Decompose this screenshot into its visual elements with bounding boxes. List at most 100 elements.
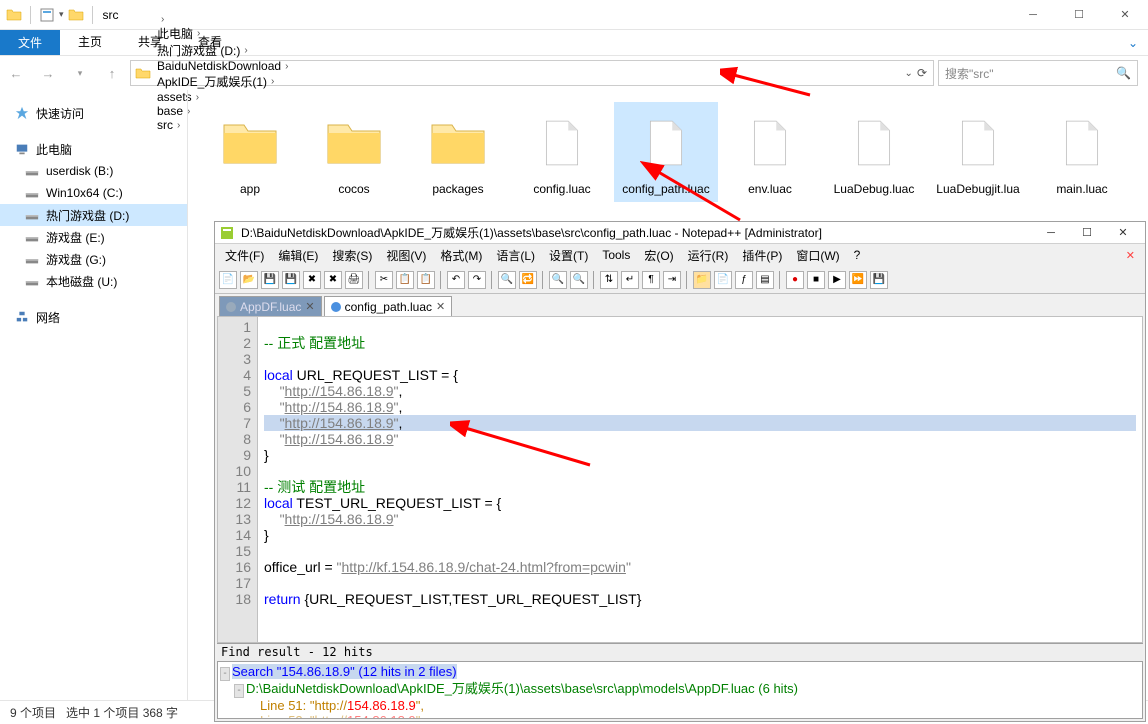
tool-closeall-icon[interactable]: ✖	[324, 271, 342, 289]
tool-play-icon[interactable]: ▶	[828, 271, 846, 289]
npp-menu-item[interactable]: 窗口(W)	[790, 247, 845, 264]
nav-up-button[interactable]: ↑	[98, 59, 126, 87]
find-result-title[interactable]: Find result - 12 hits	[217, 643, 1143, 661]
breadcrumb-item[interactable]: 此电脑›	[155, 25, 294, 42]
tool-print-icon[interactable]: 🖨	[345, 271, 363, 289]
tool-rec-icon[interactable]: ●	[786, 271, 804, 289]
npp-menu-item[interactable]: 视图(V)	[380, 247, 432, 264]
tool-close-icon[interactable]: ✖	[303, 271, 321, 289]
tool-save-icon[interactable]: 💾	[261, 271, 279, 289]
tool-doc-icon[interactable]: 📄	[714, 271, 732, 289]
file-item-config.luac[interactable]: config.luac	[510, 102, 614, 202]
npp-menu-item[interactable]: ?	[848, 248, 867, 262]
file-item-packages[interactable]: packages	[406, 102, 510, 202]
code-area[interactable]: -- 正式 配置地址 local URL_REQUEST_LIST = { "h…	[258, 317, 1142, 642]
file-item-app[interactable]: app	[198, 102, 302, 202]
tab-close-icon[interactable]: ✕	[436, 300, 445, 313]
file-item-config_path.luac[interactable]: config_path.luac	[614, 102, 718, 202]
nav-drive-item[interactable]: userdisk (B:)	[0, 160, 187, 182]
address-row: ← → ▾ ↑ ›此电脑›热门游戏盘 (D:)›BaiduNetdiskDown…	[0, 56, 1148, 90]
nav-recent-button[interactable]: ▾	[66, 59, 94, 87]
tool-zoomout-icon[interactable]: 🔍	[570, 271, 588, 289]
tool-replace-icon[interactable]: 🔁	[519, 271, 537, 289]
tool-cut-icon[interactable]: ✂	[375, 271, 393, 289]
tab-close-icon[interactable]: ✕	[305, 300, 314, 313]
npp-menu-item[interactable]: 语言(L)	[490, 247, 541, 264]
npp-minimize-button[interactable]: ─	[1033, 222, 1069, 244]
properties-icon[interactable]	[37, 5, 57, 25]
breadcrumb-item[interactable]: BaiduNetdiskDownload›	[155, 59, 294, 73]
find-hit-1[interactable]: Line 51: "http://154.86.18.9",	[220, 698, 1140, 713]
tab-status-icon	[331, 302, 341, 312]
tool-playrepeat-icon[interactable]: ⏩	[849, 271, 867, 289]
nav-drive-item[interactable]: 热门游戏盘 (D:)	[0, 204, 187, 226]
tool-wrap-icon[interactable]: ↵	[621, 271, 639, 289]
npp-tab[interactable]: config_path.luac✕	[324, 296, 453, 316]
minimize-button[interactable]: ─	[1010, 0, 1056, 30]
tool-saveall-icon[interactable]: 💾	[282, 271, 300, 289]
find-hit-2[interactable]: Line 52: "http://154.86.18.9",	[220, 713, 1140, 719]
nav-drive-item[interactable]: 游戏盘 (E:)	[0, 226, 187, 248]
address-bar[interactable]: ›此电脑›热门游戏盘 (D:)›BaiduNetdiskDownload›Apk…	[130, 60, 934, 86]
nav-drive-item[interactable]: Win10x64 (C:)	[0, 182, 187, 204]
npp-menu-item[interactable]: 设置(T)	[543, 247, 594, 264]
tool-savemacro-icon[interactable]: 💾	[870, 271, 888, 289]
tool-paste-icon[interactable]: 📋	[417, 271, 435, 289]
refresh-icon[interactable]: ⟳	[917, 66, 927, 80]
search-input[interactable]: 搜索"src" 🔍	[938, 60, 1138, 86]
npp-menu-item[interactable]: Tools	[596, 248, 636, 262]
tool-undo-icon[interactable]: ↶	[447, 271, 465, 289]
nav-drive-item[interactable]: 游戏盘 (G:)	[0, 248, 187, 270]
drive-icon	[24, 163, 40, 179]
find-result-panel[interactable]: -Search "154.86.18.9" (12 hits in 2 file…	[217, 661, 1143, 719]
ribbon-home[interactable]: 主页	[60, 30, 120, 55]
search-icon[interactable]: 🔍	[1116, 66, 1131, 80]
nav-drive-item[interactable]: 本地磁盘 (U:)	[0, 270, 187, 292]
tool-find-icon[interactable]: 🔍	[498, 271, 516, 289]
open-folder-icon[interactable]	[66, 5, 86, 25]
tool-stop-icon[interactable]: ■	[807, 271, 825, 289]
npp-menu-item[interactable]: 搜索(S)	[326, 247, 378, 264]
nav-this-pc[interactable]: 此电脑	[0, 138, 187, 160]
tool-copy-icon[interactable]: 📋	[396, 271, 414, 289]
tool-map-icon[interactable]: ▤	[756, 271, 774, 289]
npp-maximize-button[interactable]: ☐	[1069, 222, 1105, 244]
tab-status-icon	[226, 302, 236, 312]
npp-close-x-icon[interactable]: ✕	[1120, 249, 1141, 262]
npp-menu-item[interactable]: 插件(P)	[736, 247, 788, 264]
tool-redo-icon[interactable]: ↷	[468, 271, 486, 289]
code-editor[interactable]: 123456789101112131415161718 -- 正式 配置地址 l…	[217, 316, 1143, 643]
npp-tab[interactable]: AppDF.luac✕	[219, 296, 322, 316]
file-item-LuaDebug.luac[interactable]: LuaDebug.luac	[822, 102, 926, 202]
npp-close-button[interactable]: ✕	[1105, 222, 1141, 244]
tool-new-icon[interactable]: 📄	[219, 271, 237, 289]
breadcrumb-item[interactable]: 热门游戏盘 (D:)›	[155, 42, 294, 59]
file-item-env.luac[interactable]: env.luac	[718, 102, 822, 202]
npp-menu-item[interactable]: 宏(O)	[638, 247, 679, 264]
nav-back-button[interactable]: ←	[2, 59, 30, 87]
tool-open-icon[interactable]: 📂	[240, 271, 258, 289]
breadcrumb-item[interactable]: ApkIDE_万威娱乐(1)›	[155, 73, 294, 90]
qat-dropdown-icon[interactable]: ▾	[59, 9, 64, 20]
npp-titlebar[interactable]: D:\BaiduNetdiskDownload\ApkIDE_万威娱乐(1)\a…	[215, 222, 1145, 244]
tool-sync-icon[interactable]: ⇅	[600, 271, 618, 289]
tool-func-icon[interactable]: ƒ	[735, 271, 753, 289]
nav-quick-access[interactable]: 快速访问	[0, 102, 187, 124]
tool-showall-icon[interactable]: ¶	[642, 271, 660, 289]
ribbon-expand-icon[interactable]: ⌄	[1118, 30, 1148, 55]
close-button[interactable]: ✕	[1102, 0, 1148, 30]
maximize-button[interactable]: ☐	[1056, 0, 1102, 30]
file-item-main.luac[interactable]: main.luac	[1030, 102, 1134, 202]
npp-menu-item[interactable]: 运行(R)	[682, 247, 735, 264]
npp-menu-item[interactable]: 编辑(E)	[272, 247, 324, 264]
addr-dropdown-icon[interactable]: ⌄	[905, 68, 913, 79]
tool-zoomin-icon[interactable]: 🔍	[549, 271, 567, 289]
file-item-LuaDebugjit.lua[interactable]: LuaDebugjit.lua	[926, 102, 1030, 202]
tool-indent-icon[interactable]: ⇥	[663, 271, 681, 289]
npp-menu-item[interactable]: 文件(F)	[219, 247, 270, 264]
nav-network[interactable]: 网络	[0, 306, 187, 328]
ribbon-file[interactable]: 文件	[0, 30, 60, 55]
npp-menu-item[interactable]: 格式(M)	[434, 247, 488, 264]
tool-folder-icon[interactable]: 📁	[693, 271, 711, 289]
file-item-cocos[interactable]: cocos	[302, 102, 406, 202]
